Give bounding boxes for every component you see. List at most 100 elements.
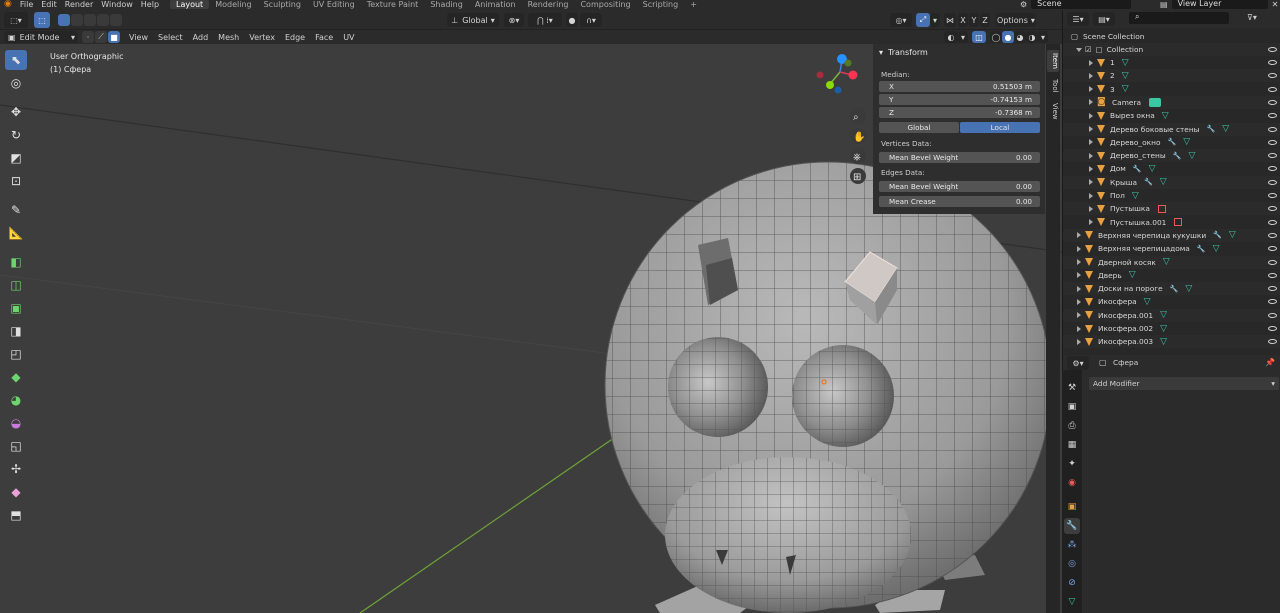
expand-icon[interactable] — [1077, 298, 1081, 305]
menu-face[interactable]: Face — [315, 33, 333, 42]
eye-icon[interactable] — [1268, 206, 1277, 212]
eye-icon[interactable] — [1268, 286, 1277, 292]
outliner-item[interactable]: Вырез окна ▽ — [1063, 109, 1280, 122]
expand-icon[interactable] — [1077, 338, 1081, 345]
expand-icon[interactable] — [1077, 245, 1081, 252]
extend-selection-button[interactable] — [71, 14, 83, 26]
subtract-selection-button[interactable] — [84, 14, 96, 26]
eye-icon[interactable] — [1268, 326, 1277, 331]
vertex-bevel-weight-field[interactable]: Mean Bevel Weight 0.00 — [879, 152, 1040, 163]
expand-icon[interactable] — [1077, 312, 1081, 319]
new-selection-button[interactable] — [58, 14, 70, 26]
modifier-icon[interactable]: 🔧 — [1144, 178, 1153, 186]
tab-texture-paint[interactable]: Texture Paint — [361, 0, 425, 9]
shrink-fatten-tool-button[interactable]: ◆ — [5, 482, 27, 502]
mesh-data-icon[interactable]: ▽ — [1229, 230, 1236, 240]
rendered-shading-button[interactable]: ◑ — [1026, 31, 1038, 43]
neg-x-axis-icon[interactable] — [816, 71, 824, 79]
scene-selector[interactable]: ⚙ Scene — [1020, 0, 1132, 10]
tab-tool-settings[interactable]: ⚒ — [1064, 380, 1080, 396]
smooth-tool-button[interactable]: ◱ — [5, 436, 27, 456]
expand-icon[interactable] — [1077, 285, 1081, 292]
edge-bevel-weight-field[interactable]: Mean Bevel Weight 0.00 — [879, 181, 1040, 192]
expand-icon[interactable] — [1089, 205, 1093, 212]
outliner-search-input[interactable]: ⌕ — [1129, 12, 1229, 24]
eye-icon[interactable] — [1268, 246, 1277, 252]
mesh-data-icon[interactable]: ▽ — [1160, 324, 1167, 334]
collection-row[interactable]: ☑ ▢ Collection — [1063, 43, 1280, 56]
snap-dropdown[interactable]: ⋂ ⁞▾ — [528, 13, 562, 27]
expand-icon[interactable] — [1089, 72, 1093, 79]
knife-tool-button[interactable]: ◆ — [5, 367, 27, 387]
shading-dropdown[interactable]: ▾ — [1038, 31, 1048, 43]
expand-icon[interactable] — [1076, 47, 1082, 52]
gizmo-dropdown[interactable]: ▾ — [930, 13, 940, 27]
mesh-data-icon[interactable]: ▽ — [1132, 191, 1139, 201]
tab-animation[interactable]: Animation — [469, 0, 522, 9]
editor-type-button[interactable]: ⬚▾ — [4, 12, 28, 28]
solid-shading-button[interactable]: ● — [1002, 31, 1014, 43]
falloff-dropdown[interactable]: ∩▾ — [580, 13, 602, 27]
tab-scene[interactable]: ✦ — [1064, 456, 1080, 472]
median-x-field[interactable]: X 0.51503 m — [879, 81, 1040, 92]
tab-scripting[interactable]: Scripting — [637, 0, 685, 9]
eye-icon[interactable] — [1268, 193, 1277, 198]
edge-select-button[interactable]: ⟋ — [95, 31, 107, 43]
tab-data[interactable]: ▽ — [1064, 594, 1080, 610]
eye-icon[interactable] — [1268, 47, 1277, 52]
menu-select[interactable]: Select — [158, 33, 183, 42]
modifier-icon[interactable]: 🔧 — [1167, 138, 1176, 146]
mesh-data-icon[interactable]: ▽ — [1160, 337, 1167, 347]
expand-icon[interactable] — [1089, 219, 1093, 226]
outliner-item[interactable]: Пол ▽ — [1063, 189, 1280, 202]
outliner-item[interactable]: 2 ▽ — [1063, 69, 1280, 83]
tab-render[interactable]: ▣ — [1064, 399, 1080, 415]
outliner-item[interactable]: Дерево_стены 🔧 ▽ — [1063, 149, 1280, 163]
median-y-field[interactable]: Y -0.74153 m — [879, 94, 1040, 105]
scale-tool-button[interactable]: ◩ — [5, 148, 27, 168]
tab-sculpting[interactable]: Sculpting — [258, 0, 307, 9]
eye-icon[interactable] — [1268, 312, 1277, 318]
mesh-data-icon[interactable]: ▽ — [1185, 284, 1192, 294]
proportional-edit-toggle[interactable]: ● — [566, 13, 578, 27]
modifier-icon[interactable]: 🔧 — [1213, 231, 1222, 239]
mesh-data-icon[interactable]: ▽ — [1162, 111, 1169, 121]
scene-name[interactable]: Scene — [1031, 0, 1132, 9]
mean-crease-field[interactable]: Mean Crease 0.00 — [879, 196, 1040, 207]
outliner-item[interactable]: Икосфера.002 ▽ — [1063, 322, 1280, 335]
outliner-item[interactable]: Верхняя черепицадома 🔧 ▽ — [1063, 242, 1280, 255]
inset-tool-button[interactable]: ▣ — [5, 298, 27, 318]
eye-icon[interactable] — [1268, 339, 1277, 345]
mesh-data-icon[interactable]: ▽ — [1160, 310, 1167, 320]
vertex-select-button[interactable]: · — [82, 31, 94, 43]
transform-tool-button[interactable]: ⊡ — [5, 171, 27, 191]
expand-icon[interactable] — [1089, 126, 1093, 132]
outliner-item[interactable]: Крыша 🔧 ▽ — [1063, 175, 1280, 189]
mesh-data-icon[interactable]: ▽ — [1144, 297, 1151, 307]
mesh-data-icon[interactable]: ▽ — [1122, 58, 1129, 68]
expand-icon[interactable] — [1077, 325, 1081, 332]
menu-vertex[interactable]: Vertex — [249, 33, 275, 42]
expand-icon[interactable] — [1089, 139, 1093, 146]
eye-icon[interactable] — [1268, 299, 1277, 305]
tab-world[interactable]: ◉ — [1064, 475, 1080, 491]
outliner-item[interactable]: Икосфера ▽ — [1063, 295, 1280, 308]
properties-editor-type[interactable]: ⚙▾ — [1067, 356, 1089, 370]
expand-icon[interactable] — [1089, 112, 1093, 119]
view-layer-selector[interactable]: ▤ View Layer ✕ — [1160, 0, 1278, 10]
tab-output[interactable]: ⎙ — [1064, 418, 1080, 434]
outliner-item[interactable]: Дерево_окно 🔧 ▽ — [1063, 136, 1280, 149]
eye-icon[interactable] — [1268, 166, 1277, 172]
xray-toggle[interactable]: ◫ — [972, 31, 986, 43]
eye-icon[interactable] — [1268, 139, 1277, 145]
mode-dropdown[interactable]: ▣ Edit Mode ▾ — [4, 31, 78, 43]
expand-icon[interactable] — [1077, 259, 1081, 265]
tab-particles[interactable]: ⁂ — [1064, 537, 1080, 553]
expand-icon[interactable] — [1089, 165, 1093, 172]
outliner-item[interactable]: 1 ▽ — [1063, 56, 1280, 69]
modifier-icon[interactable]: 🔧 — [1133, 165, 1142, 173]
outliner-item[interactable]: 3 ▽ — [1063, 83, 1280, 96]
close-icon[interactable]: ✕ — [1272, 0, 1279, 9]
eye-icon[interactable] — [1268, 99, 1277, 105]
view-layer-name[interactable]: View Layer — [1171, 0, 1268, 9]
